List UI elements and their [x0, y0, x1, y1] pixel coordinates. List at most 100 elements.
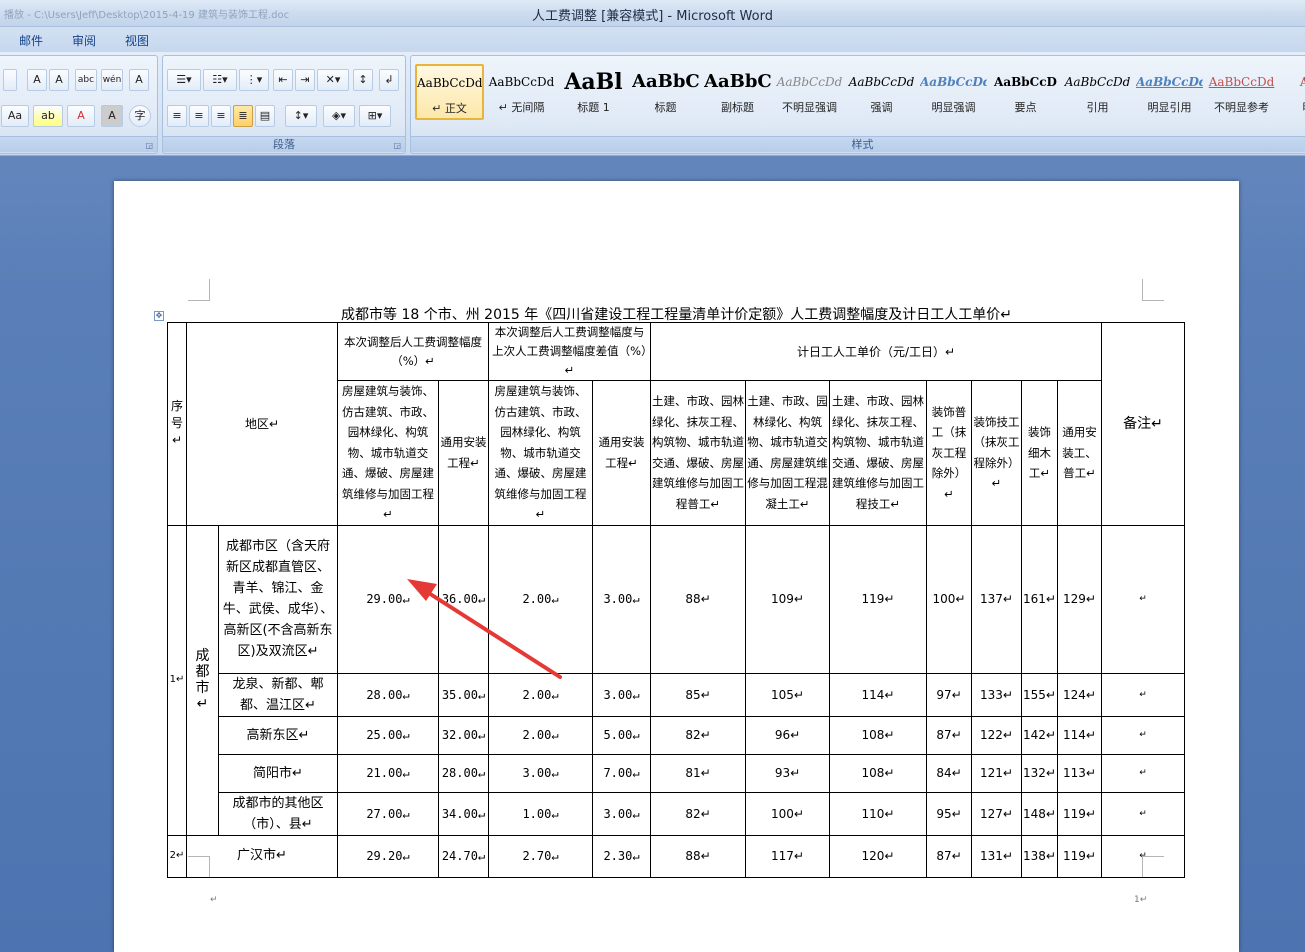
header-group1[interactable]: 本次调整后人工费调整幅度（%）↵: [337, 322, 489, 381]
cell-value[interactable]: 24.70↵: [438, 834, 489, 878]
cell-value[interactable]: 137↵: [971, 524, 1022, 674]
align-right-button[interactable]: ≡: [211, 105, 231, 127]
header-g3-concrete-worker[interactable]: 土建、市政、园林绿化、构筑物、城市轨道交通、房屋建筑维修与加固工程混凝土工↵: [745, 380, 830, 526]
cell-value[interactable]: 3.00↵: [592, 672, 651, 717]
clear-format-button[interactable]: abc: [75, 69, 97, 91]
cell-remark[interactable]: ↵: [1101, 834, 1185, 878]
cell-value[interactable]: 29.20↵: [337, 834, 439, 878]
header-g3-general-worker[interactable]: 土建、市政、园林绿化、抹灰工程、构筑物、城市轨道交通、爆破、房屋建筑维修与加固工…: [650, 380, 746, 526]
cell-value[interactable]: 119↵: [829, 524, 927, 674]
bullets-button[interactable]: ☰▾: [167, 69, 201, 91]
cell-value[interactable]: 34.00↵: [438, 791, 489, 836]
cell-value[interactable]: 93↵: [745, 753, 830, 793]
char-shading-button[interactable]: A: [101, 105, 123, 127]
style-tile[interactable]: AaBbC 副标题: [703, 64, 772, 120]
cell-value[interactable]: 35.00↵: [438, 672, 489, 717]
table-title[interactable]: 成都市等 18 个市、州 2015 年《四川省建设工程工程量清单计价定额》人工费…: [114, 304, 1239, 324]
distributed-button[interactable]: ▤: [255, 105, 275, 127]
style-tile[interactable]: AaBbC 标题: [631, 64, 700, 120]
multilevel-list-button[interactable]: ⋮▾: [239, 69, 269, 91]
cell-value[interactable]: 5.00↵: [592, 715, 651, 755]
cell-value[interactable]: 142↵: [1021, 715, 1058, 755]
header-g3-carpenter[interactable]: 装饰细木工↵: [1021, 380, 1058, 526]
cell-value[interactable]: 7.00↵: [592, 753, 651, 793]
cell-value[interactable]: 84↵: [926, 753, 972, 793]
cell-region[interactable]: 高新东区↵: [218, 715, 338, 755]
numbering-button[interactable]: ☷▾: [203, 69, 237, 91]
cell-value[interactable]: 2.00↵: [488, 524, 593, 674]
shrink-font-button[interactable]: A: [49, 69, 69, 91]
cell-value[interactable]: 129↵: [1057, 524, 1102, 674]
cell-value[interactable]: 28.00↵: [337, 672, 439, 717]
style-tile[interactable]: AaB 明显: [1279, 64, 1305, 120]
header-group3[interactable]: 计日工人工单价（元/工日）↵: [650, 322, 1102, 381]
cell-value[interactable]: 28.00↵: [438, 753, 489, 793]
sort-button[interactable]: ↕: [353, 69, 373, 91]
cell-value[interactable]: 155↵: [1021, 672, 1058, 717]
cell-value[interactable]: 82↵: [650, 715, 746, 755]
cell-value[interactable]: 1.00↵: [488, 791, 593, 836]
decrease-indent-button[interactable]: ⇤: [273, 69, 293, 91]
cell-value[interactable]: 85↵: [650, 672, 746, 717]
cell-value[interactable]: 100↵: [926, 524, 972, 674]
cell-value[interactable]: 114↵: [1057, 715, 1102, 755]
cell-seq[interactable]: 1↵: [167, 524, 187, 836]
header-g3-install-worker[interactable]: 通用安装工、普工↵: [1057, 380, 1102, 526]
cell-value[interactable]: 108↵: [829, 753, 927, 793]
cell-value[interactable]: 161↵: [1021, 524, 1058, 674]
header-seq[interactable]: 序号↵: [167, 322, 187, 526]
change-case-button[interactable]: Aa: [1, 105, 29, 127]
header-g3-decor-tech[interactable]: 装饰技工（抹灰工程除外）↵: [971, 380, 1022, 526]
cell-value[interactable]: 110↵: [829, 791, 927, 836]
header-g2-install[interactable]: 通用安装工程↵: [592, 380, 651, 526]
font-color-button[interactable]: A: [67, 105, 95, 127]
cell-value[interactable]: 87↵: [926, 715, 972, 755]
highlight-button[interactable]: ab: [33, 105, 63, 127]
tab-view[interactable]: 视图: [125, 32, 149, 49]
cell-value[interactable]: 21.00↵: [337, 753, 439, 793]
cell-value[interactable]: 109↵: [745, 524, 830, 674]
cell-value[interactable]: 124↵: [1057, 672, 1102, 717]
cell-value[interactable]: 132↵: [1021, 753, 1058, 793]
cell-city[interactable]: 成都市↵: [186, 524, 219, 836]
style-tile[interactable]: AaBbCcDd ↵ 正文: [415, 64, 484, 120]
cell-value[interactable]: 27.00↵: [337, 791, 439, 836]
cell-seq[interactable]: 2↵: [167, 834, 187, 878]
cell-remark[interactable]: ↵: [1101, 524, 1185, 674]
show-marks-button[interactable]: ↲: [379, 69, 399, 91]
cell-remark[interactable]: ↵: [1101, 791, 1185, 836]
cell-value[interactable]: 122↵: [971, 715, 1022, 755]
cell-value[interactable]: 117↵: [745, 834, 830, 878]
cell-value[interactable]: 100↵: [745, 791, 830, 836]
header-g3-decor-general[interactable]: 装饰普工（抹灰工程除外）↵: [926, 380, 972, 526]
enclose-char-button[interactable]: 字: [129, 105, 151, 127]
cell-value[interactable]: 88↵: [650, 834, 746, 878]
style-tile[interactable]: AaBbCcDd 明显强调: [919, 64, 988, 120]
style-tile[interactable]: AaBbCcDd 不明显强调: [775, 64, 844, 120]
cell-value[interactable]: 120↵: [829, 834, 927, 878]
tab-mailings[interactable]: 邮件: [19, 32, 43, 49]
asian-layout-button[interactable]: ✕▾: [317, 69, 349, 91]
cell-value[interactable]: 2.00↵: [488, 672, 593, 717]
cell-value[interactable]: 82↵: [650, 791, 746, 836]
cell-value[interactable]: 95↵: [926, 791, 972, 836]
cell-region[interactable]: 简阳市↵: [218, 753, 338, 793]
header-g3-technician[interactable]: 土建、市政、园林绿化、抹灰工程、构筑物、城市轨道交通、爆破、房屋建筑维修与加固工…: [829, 380, 927, 526]
cell-value[interactable]: 36.00↵: [438, 524, 489, 674]
header-group2[interactable]: 本次调整后人工费调整幅度与上次人工费调整幅度差值（%）↵: [488, 322, 651, 381]
header-g2-building[interactable]: 房屋建筑与装饰、仿古建筑、市政、园林绿化、构筑物、城市轨道交通、爆破、房屋建筑维…: [488, 380, 593, 526]
header-region[interactable]: 地区↵: [186, 322, 338, 526]
cell-region[interactable]: 龙泉、新都、郫都、温江区↵: [218, 672, 338, 717]
cell-value[interactable]: 25.00↵: [337, 715, 439, 755]
cell-value[interactable]: 3.00↵: [592, 524, 651, 674]
cell-value[interactable]: 2.70↵: [488, 834, 593, 878]
cell-value[interactable]: 119↵: [1057, 791, 1102, 836]
dialog-launcher-icon[interactable]: ◲: [393, 141, 401, 150]
cell-value[interactable]: 119↵: [1057, 834, 1102, 878]
cell-value[interactable]: 121↵: [971, 753, 1022, 793]
justify-button[interactable]: ≣: [233, 105, 253, 127]
style-tile[interactable]: AaBbCcD 要点: [991, 64, 1060, 120]
cell-value[interactable]: 87↵: [926, 834, 972, 878]
header-g1-building[interactable]: 房屋建筑与装饰、仿古建筑、市政、园林绿化、构筑物、城市轨道交通、爆破、房屋建筑维…: [337, 380, 439, 526]
shading-button[interactable]: ◈▾: [323, 105, 355, 127]
